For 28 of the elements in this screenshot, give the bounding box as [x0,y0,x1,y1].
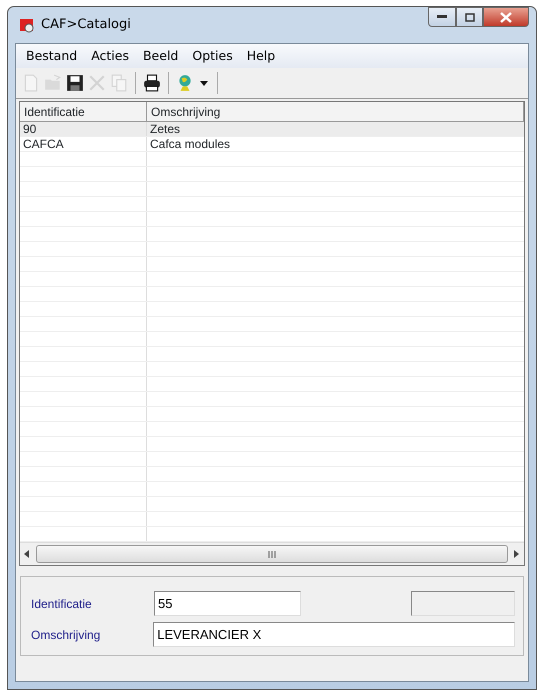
close-button[interactable] [483,7,529,27]
menu-item[interactable]: Bestand [19,46,84,66]
printer-icon[interactable] [143,74,161,92]
field-label: Identificatie [31,596,93,612]
scroll-left-icon[interactable] [24,550,30,558]
maximize-button[interactable] [456,7,483,27]
menu-item[interactable]: Acties [84,46,136,66]
close-icon [500,12,512,22]
input-field[interactable]: 55 [154,591,301,616]
app-icon [19,17,35,33]
input-field[interactable]: LEVERANCIER X [153,622,515,647]
save-icon[interactable] [66,74,84,92]
table-cell: 90 [20,122,147,136]
window-title: CAF>Catalogi [41,16,131,34]
menu-item[interactable]: Opties [185,46,240,66]
field-label: Omschrijving [31,626,102,644]
scrollbar-thumb[interactable] [36,545,508,563]
menu-item[interactable]: Beeld [136,46,186,66]
scroll-right-icon[interactable] [514,550,520,558]
table-cell-text: Cafca modules [149,137,232,151]
menu-item[interactable]: Help [240,46,282,66]
column-header[interactable]: Omschrijving [147,102,524,121]
minimize-button[interactable] [428,7,456,27]
column-header[interactable]: Identificatie [20,102,147,121]
table-cell-text: Zetes [149,122,182,136]
maximize-icon [464,12,474,22]
table-cell: CAFCA [20,137,147,151]
minimize-icon [437,15,447,19]
